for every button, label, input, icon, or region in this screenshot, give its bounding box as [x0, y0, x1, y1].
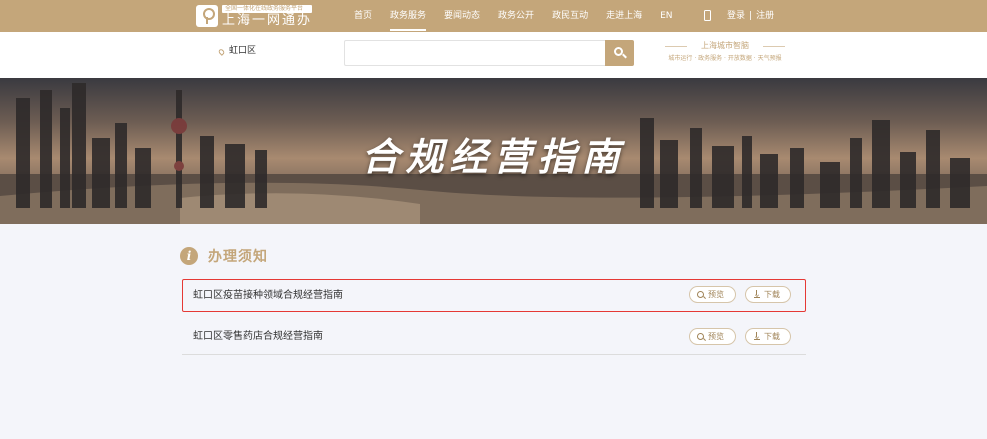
register-link[interactable]: 注册 — [756, 11, 774, 21]
nav-item-public-affairs[interactable]: 政务公开 — [489, 0, 543, 32]
logo-emblem-icon — [196, 5, 218, 27]
city-brain-title: 上海城市智脑 — [663, 41, 787, 51]
search-band: 虹口区 上海城市智脑 城市运行 · 政务服务 · 开放数据 · 天气预报 — [0, 32, 987, 78]
magnifier-icon — [697, 291, 704, 298]
download-button[interactable]: 下载 — [745, 328, 791, 345]
preview-label: 预览 — [708, 290, 724, 299]
user-links: 登录 | 注册 — [727, 0, 774, 32]
nav-item-government-services[interactable]: 政务服务 — [381, 0, 435, 32]
search-button[interactable] — [605, 40, 634, 66]
nav-item-home[interactable]: 首页 — [345, 0, 381, 32]
banner-title: 合规经营指南 — [361, 135, 626, 179]
main-nav: 首页 政务服务 要闻动态 政务公开 政民互动 走进上海 EN — [345, 0, 682, 32]
city-brain-card[interactable]: 上海城市智脑 城市运行 · 政务服务 · 开放数据 · 天气预报 — [663, 41, 787, 63]
logo-text: 全国一体化在线政务服务平台 上海一网通办 — [222, 4, 313, 28]
info-icon: i — [180, 247, 198, 265]
user-links-divider: | — [749, 11, 753, 21]
preview-button[interactable]: 预览 — [689, 328, 736, 345]
site-logo[interactable]: 全国一体化在线政务服务平台 上海一网通办 — [196, 3, 313, 29]
login-link[interactable]: 登录 — [727, 11, 745, 21]
download-button[interactable]: 下载 — [745, 286, 791, 303]
preview-button[interactable]: 预览 — [689, 286, 736, 303]
mobile-phone-icon[interactable] — [704, 10, 711, 21]
search-input[interactable] — [344, 40, 605, 66]
nav-item-english[interactable]: EN — [651, 0, 681, 32]
city-brain-tags: 城市运行 · 政务服务 · 开放数据 · 天气预报 — [668, 55, 782, 62]
download-icon — [754, 332, 760, 341]
notice-header: i 办理须知 — [180, 246, 268, 266]
notice-title: 办理须知 — [208, 249, 268, 265]
download-icon — [754, 290, 760, 299]
logo-subtitle: 全国一体化在线政务服务平台 — [222, 4, 313, 13]
download-arrow — [754, 293, 759, 297]
location-selector[interactable]: 虹口区 — [229, 45, 256, 57]
logo-title: 上海一网通办 — [222, 12, 313, 28]
guide-name[interactable]: 虹口区疫苗接种领域合规经营指南 — [193, 280, 343, 311]
download-label: 下载 — [764, 332, 780, 341]
search-icon-handle — [622, 53, 627, 59]
guide-name[interactable]: 虹口区零售药店合规经营指南 — [193, 321, 323, 353]
download-arrow — [754, 335, 759, 339]
download-label: 下载 — [764, 290, 780, 299]
top-nav-bar: 全国一体化在线政务服务平台 上海一网通办 首页 政务服务 要闻动态 政务公开 政… — [0, 0, 987, 32]
list-item: 虹口区零售药店合规经营指南 预览 下载 — [182, 321, 806, 355]
location-pin-icon — [217, 48, 226, 56]
hero-banner: 合规经营指南 — [0, 78, 987, 224]
nav-item-about-shanghai[interactable]: 走进上海 — [597, 0, 651, 32]
nav-item-interaction[interactable]: 政民互动 — [543, 0, 597, 32]
magnifier-icon — [697, 333, 704, 340]
list-item: 虹口区疫苗接种领域合规经营指南 预览 下载 — [182, 279, 806, 312]
nav-item-news[interactable]: 要闻动态 — [435, 0, 489, 32]
preview-label: 预览 — [708, 332, 724, 341]
